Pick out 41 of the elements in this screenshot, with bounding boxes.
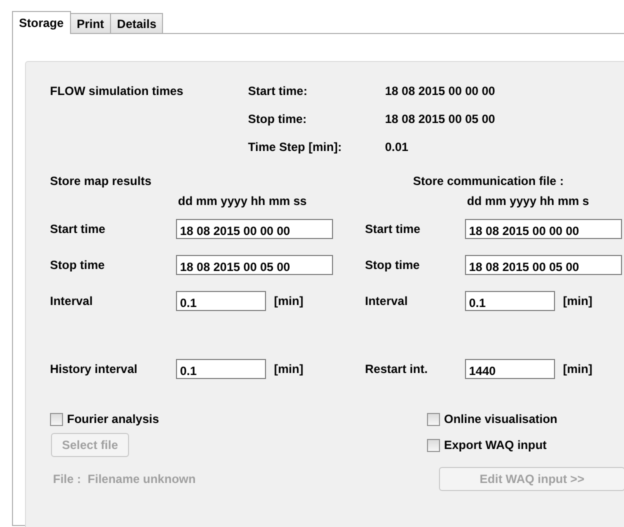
tab[interactable]: Print [70, 13, 112, 33]
value-text: 0.01 [385, 139, 410, 156]
format-label: dd mm yyyy hh mm s [466, 193, 590, 210]
checkbox-label[interactable]: Fourier analysis [67, 412, 160, 426]
file-label: File : Filename unknown [53, 471, 197, 488]
field-label: Time Step [min]: [248, 139, 343, 156]
format-label: dd mm yyyy hh mm ss [177, 193, 308, 210]
checkbox[interactable] [427, 438, 440, 452]
section-label: Store map results [50, 173, 152, 190]
input-field[interactable]: 18 08 2015 00 00 00 [465, 219, 622, 239]
field-label: Stop time [365, 257, 421, 274]
checkbox[interactable] [427, 412, 440, 426]
field-label: Start time: [248, 83, 308, 100]
input-field[interactable]: 0.1 [465, 291, 555, 311]
field-label: Interval [50, 293, 94, 310]
field-label: Restart int. [365, 361, 429, 378]
input-field[interactable]: 18 08 2015 00 05 00 [465, 255, 622, 275]
tab[interactable]: Storage [12, 11, 71, 34]
checkbox-label[interactable]: Export WAQ input [444, 438, 547, 452]
input-field[interactable]: 0.1 [176, 359, 266, 379]
field-label: Start time [50, 221, 106, 238]
input-field[interactable]: 1440 [465, 359, 555, 379]
input-field[interactable]: 18 08 2015 00 05 00 [176, 255, 333, 275]
field-label: History interval [50, 361, 138, 378]
unit-label: [min] [274, 362, 304, 376]
value-text: 18 08 2015 00 00 00 [385, 83, 496, 100]
field-label: Start time [365, 221, 422, 238]
section-label: Store communication file : [412, 173, 565, 190]
checkbox-label[interactable]: Online visualisation [444, 412, 558, 426]
field-label: Stop time: [248, 111, 308, 128]
unit-label: [min] [563, 294, 592, 308]
unit-label: [min] [563, 362, 592, 376]
field-label: Stop time [50, 257, 106, 274]
checkbox[interactable] [50, 412, 63, 426]
field-label: Interval [365, 293, 409, 310]
unit-label: [min] [274, 294, 304, 308]
section-label: FLOW simulation times [50, 83, 184, 100]
tab[interactable]: Details [110, 13, 164, 33]
input-field[interactable]: 18 08 2015 00 00 00 [176, 219, 333, 239]
input-field[interactable]: 0.1 [176, 291, 266, 311]
value-text: 18 08 2015 00 05 00 [385, 111, 496, 128]
